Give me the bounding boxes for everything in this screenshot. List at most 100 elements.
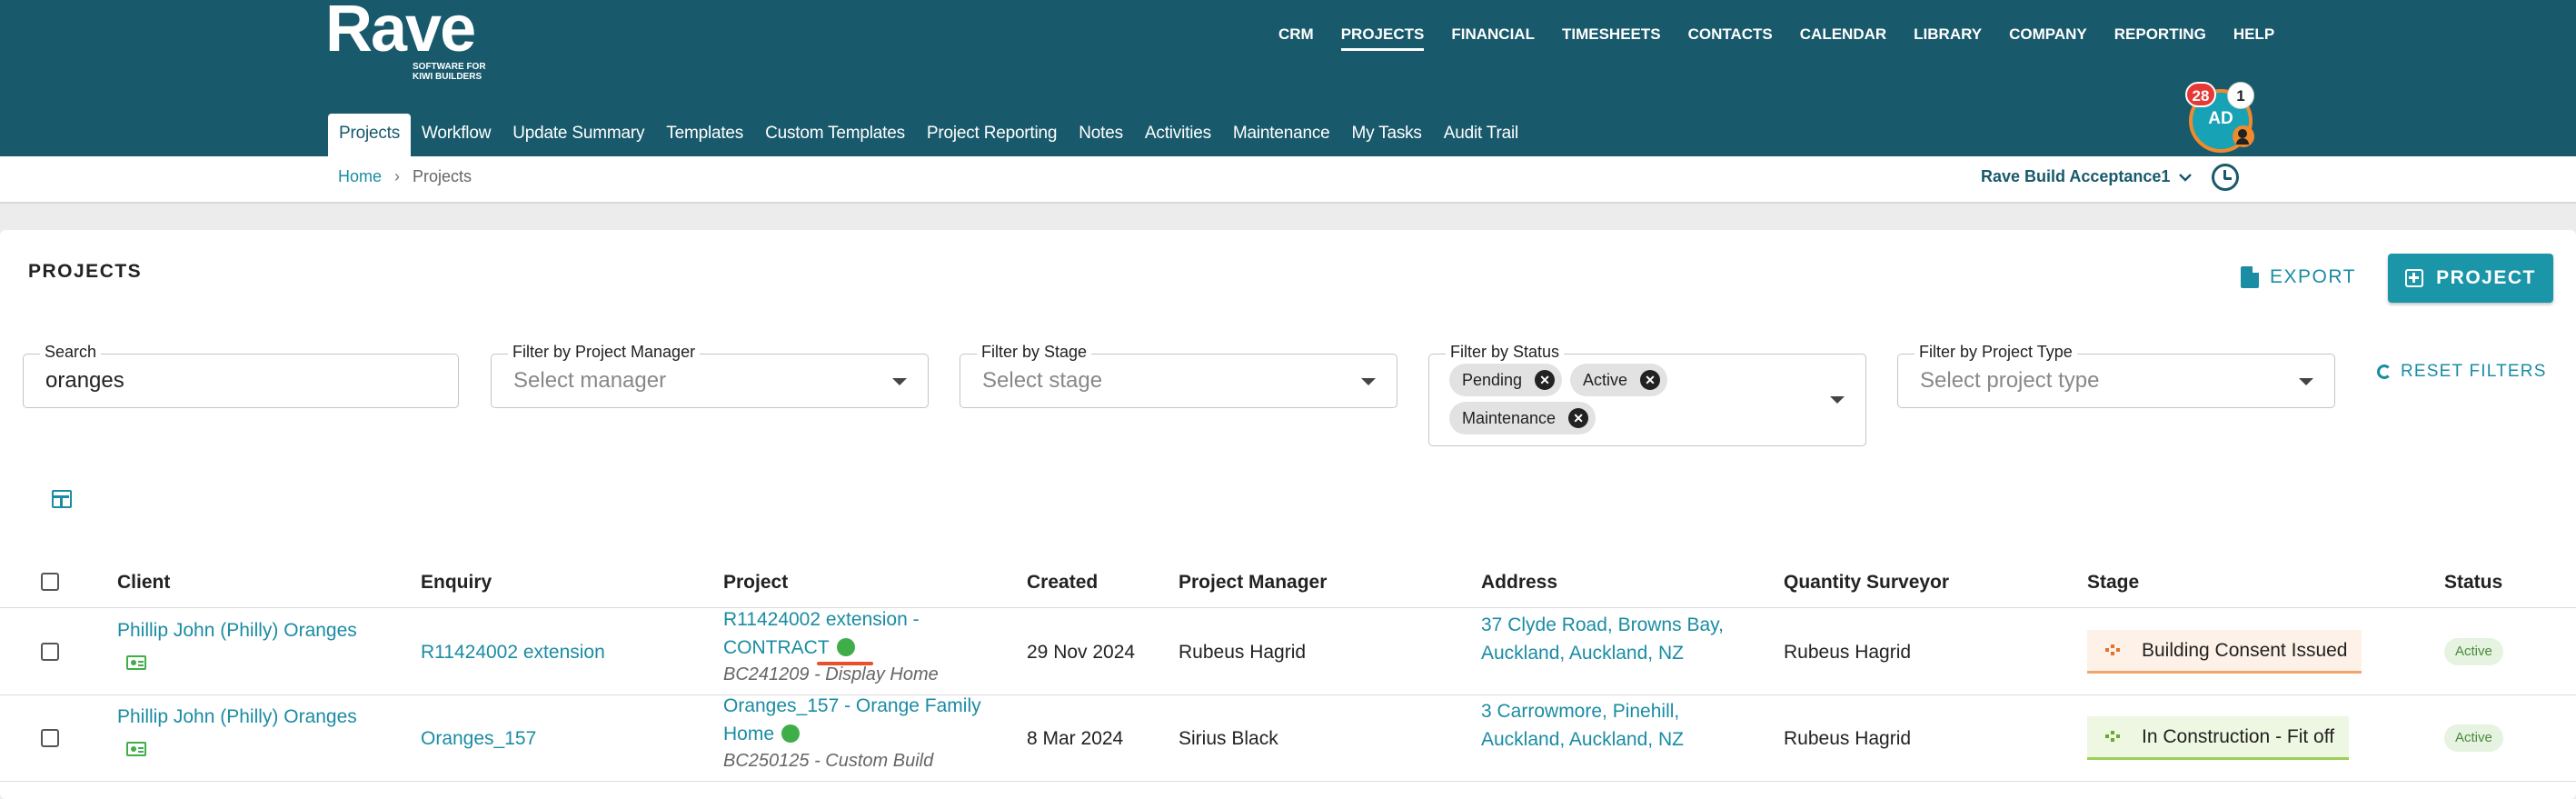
- project-link[interactable]: R11424002 extension -: [723, 605, 920, 634]
- main-nav-projects[interactable]: PROJECTS: [1328, 24, 1438, 51]
- chip-remove-icon[interactable]: ✕: [1535, 370, 1556, 390]
- project-type-select[interactable]: Select project type: [1920, 368, 2099, 394]
- main-nav-help[interactable]: HELP: [2220, 24, 2288, 51]
- sub-nav-templates[interactable]: Templates: [655, 114, 754, 156]
- stage-filter[interactable]: Filter by Stage Select stage: [960, 343, 1397, 408]
- column-header-project[interactable]: Project: [723, 572, 788, 594]
- main-nav-calendar[interactable]: CALENDAR: [1786, 24, 1900, 51]
- status-filter[interactable]: Filter by Status Pending ✕ Active ✕ Main…: [1428, 343, 1866, 446]
- sub-nav-activities[interactable]: Activities: [1134, 114, 1222, 156]
- project-manager-select[interactable]: Select manager: [513, 368, 666, 394]
- history-clock-icon[interactable]: [2212, 164, 2239, 191]
- project-subtitle: BC250125 - Custom Build: [723, 751, 934, 771]
- add-project-button[interactable]: PROJECT: [2388, 254, 2553, 303]
- main-nav-crm[interactable]: CRM: [1265, 24, 1328, 51]
- sub-nav-notes[interactable]: Notes: [1068, 114, 1134, 156]
- chip-remove-icon[interactable]: ✕: [1568, 408, 1589, 428]
- project-type-filter[interactable]: Filter by Project Type Select project ty…: [1897, 343, 2335, 408]
- user-menu[interactable]: AD 28 1: [2185, 82, 2254, 153]
- address-link-line2[interactable]: Auckland, Auckland, NZ: [1481, 639, 1684, 667]
- sub-nav-custom-templates[interactable]: Custom Templates: [754, 114, 916, 156]
- status-chip-maintenance: Maintenance ✕: [1449, 402, 1596, 434]
- logo-word: Rave: [325, 0, 476, 65]
- main-nav-library[interactable]: LIBRARY: [1900, 24, 1995, 51]
- project-manager: Rubeus Hagrid: [1179, 642, 1307, 663]
- search-field[interactable]: Search oranges: [23, 343, 459, 408]
- column-header-status[interactable]: Status: [2444, 572, 2502, 594]
- address-link[interactable]: 37 Clyde Road, Browns Bay,: [1481, 611, 1724, 639]
- breadcrumb-home[interactable]: Home: [338, 167, 382, 186]
- dropdown-arrow-icon[interactable]: [1361, 378, 1376, 385]
- chip-label: Pending: [1462, 371, 1523, 389]
- column-header-stage[interactable]: Stage: [2087, 572, 2139, 594]
- stage-select[interactable]: Select stage: [982, 368, 1102, 394]
- client-link[interactable]: Phillip John (Philly) Oranges: [117, 703, 357, 731]
- search-input[interactable]: oranges: [45, 368, 124, 394]
- table-header: Client Enquiry Project Created Project M…: [0, 555, 2576, 608]
- main-nav-contacts[interactable]: CONTACTS: [1675, 24, 1786, 51]
- column-header-quantity-surveyor[interactable]: Quantity Surveyor: [1784, 572, 1949, 594]
- sub-nav-my-tasks[interactable]: My Tasks: [1341, 114, 1433, 156]
- stage-progress-icon: [2105, 731, 2120, 742]
- sub-nav-maintenance[interactable]: Maintenance: [1222, 114, 1341, 156]
- status-filter-label: Filter by Status: [1446, 343, 1565, 362]
- column-header-client[interactable]: Client: [117, 572, 170, 594]
- column-header-address[interactable]: Address: [1481, 572, 1557, 594]
- breadcrumb-separator: ›: [394, 167, 401, 185]
- project-link-text[interactable]: Home: [723, 724, 774, 744]
- top-header: Rave SOFTWARE FOR KIWI BUILDERS CRM PROJ…: [0, 0, 2576, 156]
- address-link-line2[interactable]: Auckland, Auckland, NZ: [1481, 725, 1684, 754]
- project-link-text[interactable]: CONTRACT: [723, 637, 830, 658]
- table-row[interactable]: Phillip John (Philly) Oranges R11424002 …: [0, 609, 2576, 695]
- stage-tag[interactable]: In Construction - Fit off: [2087, 716, 2350, 760]
- contact-card-icon[interactable]: [126, 742, 146, 756]
- main-nav-reporting[interactable]: REPORTING: [2101, 24, 2220, 51]
- stage-progress-icon: [2105, 644, 2120, 655]
- breadcrumb-bar: Home › Projects Rave Build Acceptance1: [0, 156, 2576, 204]
- stage-tag[interactable]: Building Consent Issued: [2087, 630, 2362, 674]
- notification-badge[interactable]: 28: [2185, 82, 2216, 107]
- sub-nav-workflow[interactable]: Workflow: [411, 114, 502, 156]
- main-nav-company[interactable]: COMPANY: [1995, 24, 2101, 51]
- sub-nav-project-reporting[interactable]: Project Reporting: [916, 114, 1068, 156]
- project-link-cont[interactable]: CONTRACT: [723, 634, 855, 662]
- dropdown-arrow-icon[interactable]: [2299, 378, 2313, 385]
- stage-label: Building Consent Issued: [2142, 640, 2348, 661]
- created-date: 29 Nov 2024: [1027, 642, 1136, 663]
- contact-card-icon[interactable]: [126, 655, 146, 670]
- user-role-icon: [2233, 125, 2254, 147]
- rave-logo[interactable]: Rave SOFTWARE FOR KIWI BUILDERS: [325, 0, 486, 82]
- column-header-enquiry[interactable]: Enquiry: [421, 572, 492, 594]
- project-link-cont[interactable]: Home: [723, 720, 801, 748]
- chip-remove-icon[interactable]: ✕: [1640, 370, 1661, 390]
- table-row[interactable]: Phillip John (Philly) Oranges Oranges_15…: [0, 695, 2576, 782]
- client-link[interactable]: Phillip John (Philly) Oranges: [117, 616, 357, 644]
- sub-nav: Projects Workflow Update Summary Templat…: [328, 114, 1529, 156]
- enquiry-link[interactable]: Oranges_157: [421, 724, 536, 753]
- add-box-icon: [2405, 269, 2424, 287]
- column-settings-icon[interactable]: [52, 490, 72, 508]
- reset-filters-button[interactable]: RESET FILTERS: [2377, 362, 2547, 382]
- sub-nav-update-summary[interactable]: Update Summary: [502, 114, 655, 156]
- main-nav-financial[interactable]: FINANCIAL: [1437, 24, 1548, 51]
- main-nav-timesheets[interactable]: TIMESHEETS: [1548, 24, 1675, 51]
- sub-nav-projects[interactable]: Projects: [328, 114, 412, 156]
- quantity-surveyor: Rubeus Hagrid: [1784, 642, 1912, 663]
- dropdown-arrow-icon[interactable]: [892, 378, 907, 385]
- status-badge: Active: [2444, 724, 2503, 752]
- row-checkbox[interactable]: [41, 729, 59, 747]
- enquiry-link[interactable]: R11424002 extension: [421, 638, 605, 666]
- project-link[interactable]: Oranges_157 - Orange Family: [723, 692, 981, 720]
- dropdown-arrow-icon[interactable]: [1830, 396, 1845, 404]
- company-selector[interactable]: Rave Build Acceptance1: [1981, 167, 2193, 186]
- address-link[interactable]: 3 Carrowmore, Pinehill,: [1481, 697, 1679, 725]
- select-all-checkbox[interactable]: [41, 573, 59, 591]
- row-checkbox[interactable]: [41, 643, 59, 661]
- project-manager-filter[interactable]: Filter by Project Manager Select manager: [491, 343, 929, 408]
- column-header-project-manager[interactable]: Project Manager: [1179, 572, 1327, 594]
- export-button[interactable]: EXPORT: [2241, 255, 2356, 299]
- column-header-created[interactable]: Created: [1027, 572, 1098, 594]
- message-badge[interactable]: 1: [2227, 82, 2254, 109]
- sub-nav-audit-trail[interactable]: Audit Trail: [1433, 114, 1529, 156]
- csv-file-icon: [2241, 266, 2259, 288]
